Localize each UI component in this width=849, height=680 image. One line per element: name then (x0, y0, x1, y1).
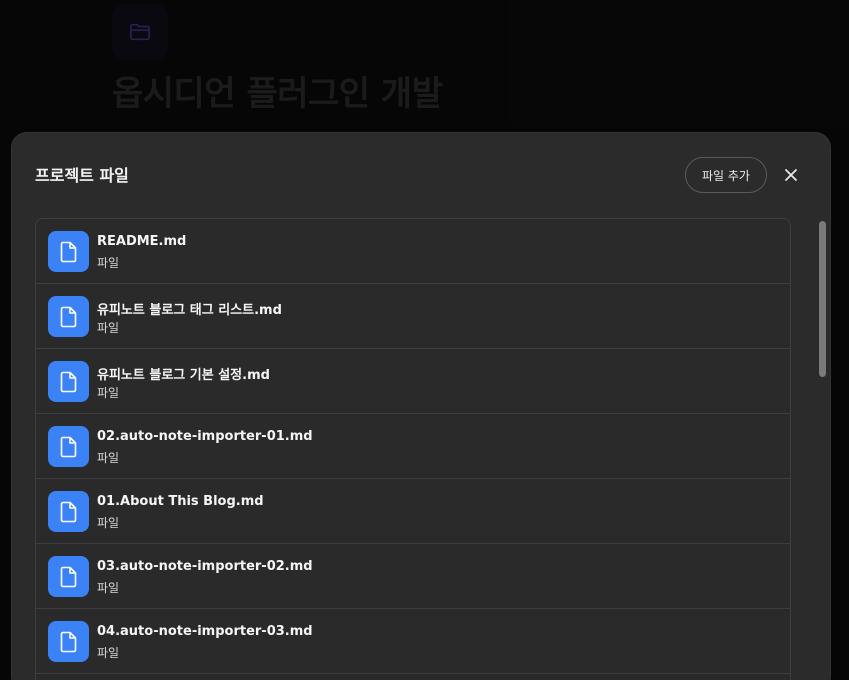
file-list-scrollbar[interactable] (816, 218, 828, 678)
file-row[interactable]: 03.auto-note-importer-02.md 파일 (36, 544, 790, 609)
file-type: 파일 (97, 516, 120, 530)
close-icon[interactable] (784, 168, 798, 182)
file-icon (48, 361, 89, 402)
file-type: 파일 (97, 646, 120, 660)
modal-title: 프로젝트 파일 (35, 166, 129, 185)
file-type: 파일 (97, 256, 120, 270)
file-name: 03.auto-note-importer-02.md (97, 559, 313, 574)
file-type: 파일 (97, 581, 120, 595)
file-type: 파일 (97, 451, 120, 465)
file-name: 01.About This Blog.md (97, 494, 264, 509)
file-icon (48, 231, 89, 272)
file-row[interactable]: 02.auto-note-importer-01.md 파일 (36, 414, 790, 479)
file-row[interactable]: 유피노트 블로그 태그 리스트.md 파일 (36, 284, 790, 349)
file-name: 유피노트 블로그 태그 리스트.md (97, 303, 282, 318)
app-window: 옵시디언 플러그인 개발 프로젝트 파일 파일 추가 README.md 파일 (0, 0, 849, 680)
file-list: README.md 파일 유피노트 블로그 태그 리스트.md 파일 유피노트 … (35, 218, 791, 680)
file-name: 02.auto-note-importer-01.md (97, 429, 313, 444)
file-name: README.md (97, 234, 187, 249)
file-row[interactable]: 04.auto-note-importer-03.md 파일 (36, 609, 790, 674)
project-files-modal: 프로젝트 파일 파일 추가 README.md 파일 유피노트 블로그 태그 리… (11, 132, 831, 680)
file-row[interactable]: 유피노트 블로그 기본 설정.md 파일 (36, 349, 790, 414)
file-icon (48, 556, 89, 597)
file-type: 파일 (97, 386, 120, 400)
file-icon (48, 491, 89, 532)
close-button[interactable] (779, 163, 803, 187)
file-icon (48, 296, 89, 337)
file-row[interactable]: README.md 파일 (36, 219, 790, 284)
file-row[interactable]: 01.About This Blog.md 파일 (36, 479, 790, 544)
scrollbar-thumb[interactable] (819, 221, 826, 377)
file-name: 04.auto-note-importer-03.md (97, 624, 313, 639)
file-type: 파일 (97, 321, 120, 335)
file-icon (48, 426, 89, 467)
file-icon (48, 621, 89, 662)
file-name: 유피노트 블로그 기본 설정.md (97, 368, 270, 383)
add-file-button[interactable]: 파일 추가 (685, 157, 767, 193)
